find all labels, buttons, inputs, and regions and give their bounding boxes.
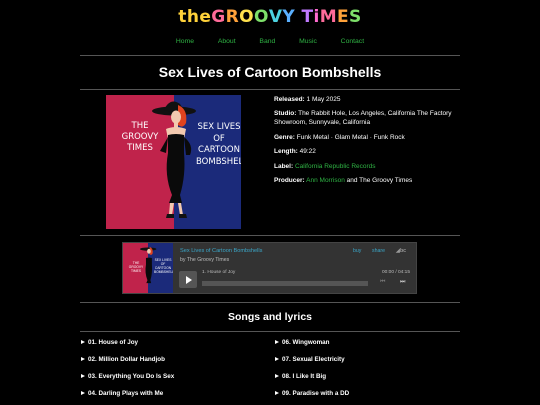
length-row: Length: 49:22 <box>274 148 316 156</box>
song-item[interactable]: 07. Sexual Electricity <box>275 356 345 363</box>
song-item[interactable]: 09. Paradise with a DD <box>275 390 349 397</box>
play-triangle-icon <box>275 374 279 378</box>
logo-letter: T <box>301 7 314 27</box>
bandcamp-logo-icon[interactable]: ◢bc <box>396 248 406 254</box>
genre-row: Genre: Funk Metal · Glam Metal · Funk Ro… <box>274 133 405 141</box>
nav-home[interactable]: Home <box>176 38 194 45</box>
play-triangle-icon <box>81 374 85 378</box>
logo-letter: Y <box>282 7 296 27</box>
logo-letter: the <box>178 7 212 27</box>
logo-letter: V <box>268 7 283 27</box>
song-item[interactable]: 02. Million Dollar Handjob <box>81 356 165 363</box>
previous-track-icon[interactable]: ⏮ <box>380 279 385 286</box>
logo-letter: E <box>337 7 350 27</box>
main-nav: Home About Band Music Contact <box>0 38 540 45</box>
nav-about[interactable]: About <box>218 38 236 45</box>
current-track: 1. House of Joy <box>202 270 236 275</box>
play-triangle-icon <box>275 357 279 361</box>
logo-letter: R <box>225 7 240 27</box>
bandcamp-player: THE GROOVY TIMES SEX LIVES OF CARTOON BO… <box>122 242 417 294</box>
site-logo[interactable]: the GROOVY TiMES <box>0 7 540 27</box>
player-artist[interactable]: by The Groovy Times <box>180 257 229 263</box>
divider <box>80 302 460 303</box>
track-time: 00:00 / 04:15 <box>382 270 411 275</box>
songs-heading: Songs and lyrics <box>227 311 313 323</box>
play-triangle-icon <box>81 357 85 361</box>
buy-link[interactable]: buy <box>353 248 361 254</box>
divider <box>80 235 460 236</box>
play-triangle-icon <box>275 340 279 344</box>
song-item[interactable]: 08. I Like It Big <box>275 373 326 380</box>
player-cover-thumbnail[interactable]: THE GROOVY TIMES SEX LIVES OF CARTOON BO… <box>123 243 173 293</box>
pinup-figure-illustration <box>152 101 196 218</box>
song-item[interactable]: 03. Everything You Do Is Sex <box>81 373 174 380</box>
share-link[interactable]: share <box>372 248 385 254</box>
logo-letter: S <box>349 7 362 27</box>
album-details: Released: 1 May 2025 Studio: The Rabbit … <box>274 95 464 190</box>
song-item[interactable]: 04. Darling Plays with Me <box>81 390 163 397</box>
label-row: Label: California Republic Records <box>274 162 376 170</box>
song-item[interactable]: 06. Wingwoman <box>275 339 330 346</box>
page-title: Sex Lives of Cartoon Bombshells <box>158 64 382 80</box>
play-button[interactable] <box>179 271 197 288</box>
producer-row: Producer: Ann Morrison and The Groovy Ti… <box>274 176 413 184</box>
logo-letter: M <box>319 7 338 27</box>
logo-letter: G <box>211 7 226 27</box>
divider <box>80 55 460 56</box>
next-track-icon[interactable]: ⏭ <box>400 279 405 286</box>
nav-contact[interactable]: Contact <box>341 38 364 45</box>
player-album-title[interactable]: Sex Lives of Cartoon Bombshells <box>180 248 262 254</box>
album-cover: THE GROOVY TIMES SEX LIVES OF CARTOON BO… <box>106 95 241 229</box>
play-triangle-icon <box>81 340 85 344</box>
studio-row: Studio: The Rabbit Hole, Los Angeles, Ca… <box>274 110 452 127</box>
nav-music[interactable]: Music <box>299 38 317 45</box>
logo-letter: O <box>239 7 254 27</box>
play-triangle-icon <box>81 391 85 395</box>
nav-band[interactable]: Band <box>259 38 275 45</box>
song-item[interactable]: 01. House of Joy <box>81 339 138 346</box>
logo-letter: O <box>253 7 269 27</box>
divider <box>80 89 460 90</box>
released-row: Released: 1 May 2025 <box>274 96 341 103</box>
divider <box>80 331 460 332</box>
label-link[interactable]: California Republic Records <box>295 163 376 170</box>
play-triangle-icon <box>275 391 279 395</box>
progress-bar[interactable] <box>202 281 368 286</box>
producer-link[interactable]: Ann Morrison <box>306 177 345 184</box>
